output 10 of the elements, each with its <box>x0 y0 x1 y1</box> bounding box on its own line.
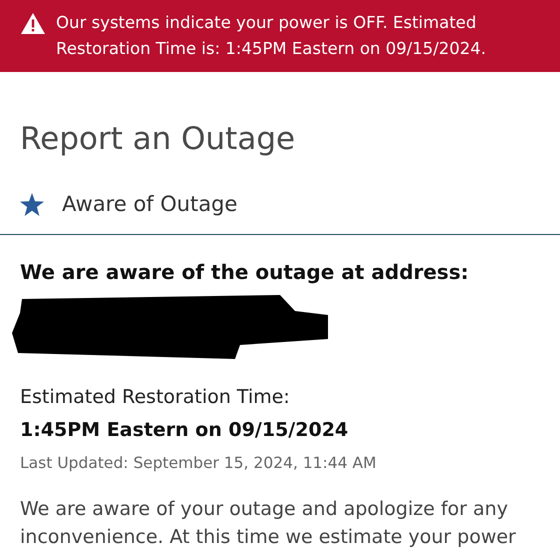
last-updated-text: Last Updated: September 15, 2024, 11:44 AM <box>20 453 378 474</box>
section-heading: We are aware of the outage at address: <box>20 259 470 286</box>
alert-message: Our systems indicate your power is OFF. Estimated Restoration Time is: 1:45PM Eastern on 09/15/2024. <box>56 12 487 60</box>
status-label: Aware of Outage <box>62 190 238 218</box>
warning-icon <box>20 12 46 35</box>
restoration-time: 1:45PM Eastern on 09/15/2024 <box>20 418 350 442</box>
star-icon <box>20 192 44 216</box>
outage-message: We are aware of your outage and apologize for any inconvenience. At this time we estimate your power <box>20 497 517 550</box>
page-title: Report an Outage <box>20 120 296 159</box>
restoration-label: Estimated Restoration Time: <box>20 385 291 410</box>
